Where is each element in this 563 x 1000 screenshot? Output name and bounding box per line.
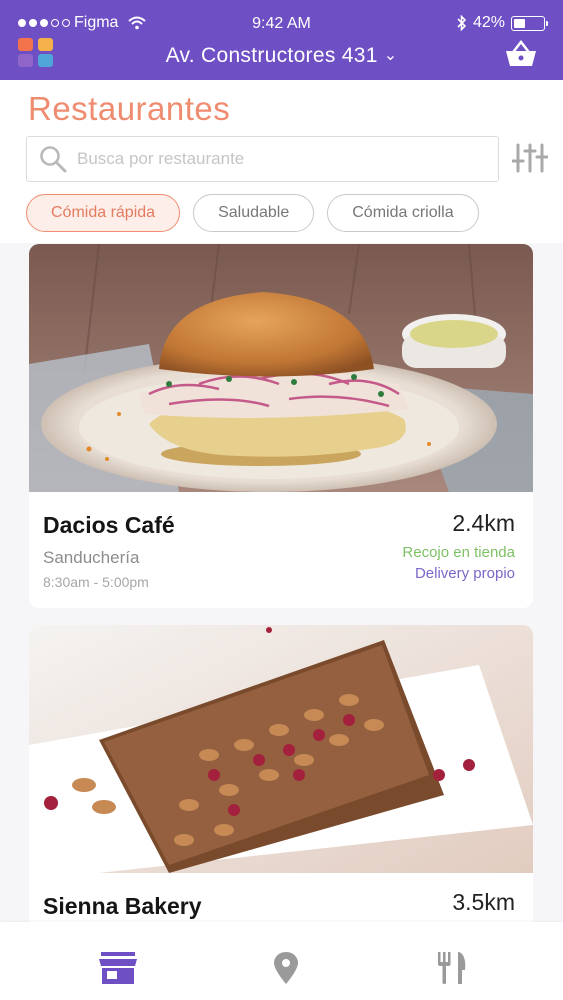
search-icon (40, 146, 67, 173)
restaurant-category: Sanduchería (43, 548, 140, 567)
fork-knife-icon[interactable] (432, 950, 472, 986)
status-right: 42% (457, 14, 548, 32)
chip-comida-criolla[interactable]: Cómida criolla (327, 194, 479, 232)
basket-icon[interactable] (505, 40, 537, 68)
address-selector[interactable]: Av. Constructores 431 ⌄ (0, 44, 563, 68)
pickup-label: Recojo en tienda (402, 544, 515, 561)
page-title: Restaurantes (28, 90, 231, 127)
address-label: Av. Constructores 431 (165, 44, 378, 67)
carrier-label: Figma (74, 14, 119, 31)
category-chips: Cómida rápida Saludable Cómida criolla (26, 194, 479, 232)
search-bar[interactable] (26, 136, 499, 182)
chip-saludable[interactable]: Saludable (193, 194, 315, 232)
location-pin-icon[interactable] (266, 950, 306, 986)
filter-sliders-icon[interactable] (512, 142, 548, 174)
restaurant-name: Dacios Café (43, 512, 175, 538)
search-input[interactable] (77, 149, 457, 169)
restaurant-card[interactable]: Sienna Bakery 3.5km (29, 625, 533, 955)
sandwich-photo (29, 244, 533, 492)
carrier-signal: Figma (18, 14, 147, 32)
battery-icon (511, 15, 548, 31)
wifi-icon (128, 16, 147, 30)
restaurant-card[interactable]: Dacios Café Sanduchería 8:30am - 5:00pm … (29, 244, 533, 608)
status-bar: Figma 9:42 AM 42% (0, 0, 563, 44)
store-icon[interactable] (98, 950, 138, 986)
bluetooth-icon (457, 15, 467, 31)
restaurant-name: Sienna Bakery (43, 893, 202, 919)
delivery-label: Delivery propio (414, 565, 515, 582)
restaurant-distance: 3.5km (452, 889, 515, 915)
battery-percent: 42% (472, 14, 505, 31)
signal-icon (18, 19, 70, 27)
bottom-tab-bar (0, 922, 563, 1000)
nut-bread-photo (29, 625, 533, 873)
app-header: Figma 9:42 AM 42% Av. Constructores 431 ⌄ (0, 0, 563, 80)
chip-comida-rapida[interactable]: Cómida rápida (26, 194, 181, 232)
chevron-down-icon: ⌄ (383, 47, 398, 64)
restaurant-hours: 8:30am - 5:00pm (43, 574, 149, 590)
restaurant-distance: 2.4km (452, 510, 515, 536)
